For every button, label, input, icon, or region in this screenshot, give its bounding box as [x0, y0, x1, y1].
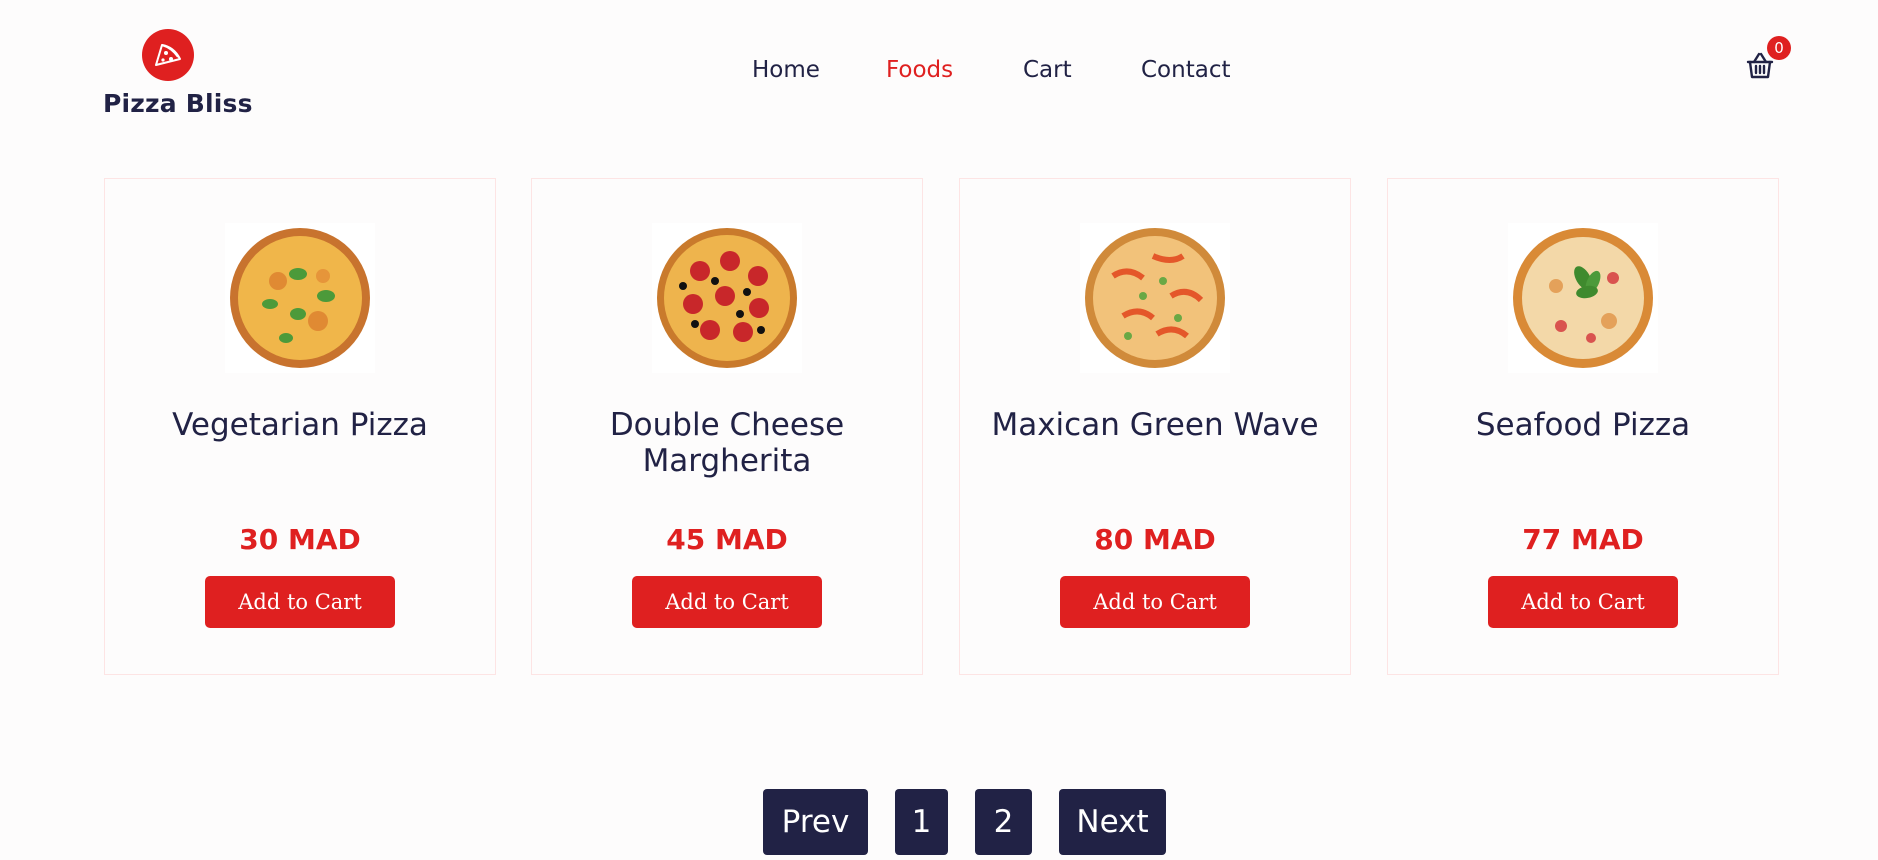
pepperoni-pizza-image [652, 223, 802, 373]
add-to-cart-button[interactable]: Add to Cart [205, 576, 395, 628]
next-page-button[interactable]: Next [1059, 789, 1166, 855]
mexican-pizza-image [1080, 223, 1230, 373]
brand-name: Pizza Bliss [103, 89, 253, 118]
page-2-button[interactable]: 2 [975, 789, 1032, 855]
add-to-cart-button[interactable]: Add to Cart [1488, 576, 1678, 628]
nav-home[interactable]: Home [752, 52, 820, 88]
product-card: Maxican Green Wave 80 MAD Add to Cart [959, 178, 1351, 675]
vegetarian-pizza-image [225, 223, 375, 373]
pagination: Prev 1 2 Next [0, 789, 1878, 855]
nav-cart[interactable]: Cart [1023, 52, 1072, 88]
page-1-button[interactable]: 1 [895, 789, 948, 855]
product-card: Vegetarian Pizza 30 MAD Add to Cart [104, 178, 496, 675]
product-name: Maxican Green Wave [991, 407, 1319, 443]
product-price: 45 MAD [666, 523, 788, 556]
pizza-slice-icon [142, 29, 194, 81]
product-card: Double Cheese Margherita 45 MAD Add to C… [531, 178, 923, 675]
add-to-cart-button[interactable]: Add to Cart [632, 576, 822, 628]
prev-page-button[interactable]: Prev [763, 789, 868, 855]
brand[interactable]: Pizza Bliss [103, 29, 253, 118]
seafood-pizza-image [1508, 223, 1658, 373]
nav-contact[interactable]: Contact [1141, 52, 1230, 88]
product-price: 80 MAD [1094, 523, 1216, 556]
product-grid: Vegetarian Pizza 30 MAD Add to Cart Doub… [104, 178, 1779, 675]
add-to-cart-button[interactable]: Add to Cart [1060, 576, 1250, 628]
product-price: 77 MAD [1522, 523, 1644, 556]
product-price: 30 MAD [239, 523, 361, 556]
cart-count-badge: 0 [1767, 36, 1791, 60]
nav-foods[interactable]: Foods [886, 52, 953, 88]
product-name: Double Cheese Margherita [609, 407, 845, 479]
product-card: Seafood Pizza 77 MAD Add to Cart [1387, 178, 1779, 675]
product-name: Seafood Pizza [1475, 407, 1691, 443]
product-name: Vegetarian Pizza [172, 407, 428, 443]
